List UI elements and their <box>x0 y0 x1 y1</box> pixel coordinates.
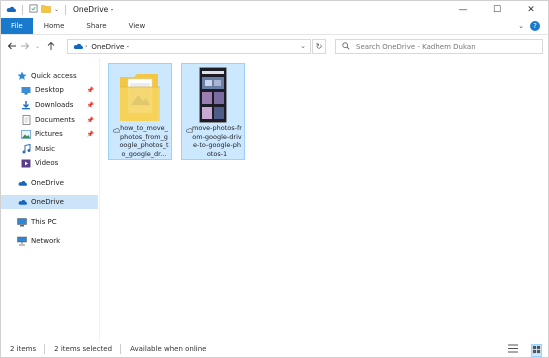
explorer-window: ⌄ OneDrive - — ☐ ✕ File Home Share View … <box>0 0 549 358</box>
new-folder-icon[interactable] <box>41 4 51 15</box>
toolbar-divider <box>65 4 67 15</box>
maximize-button[interactable]: ☐ <box>480 1 514 18</box>
tab-view[interactable]: View <box>118 18 157 34</box>
forward-button[interactable] <box>18 38 31 54</box>
nav-item-pictures[interactable]: Pictures 📌 <box>1 127 98 141</box>
window-title: OneDrive - <box>73 5 114 14</box>
tab-home[interactable]: Home <box>33 18 76 34</box>
folder-thumbnail-icon <box>118 67 162 125</box>
downloads-icon <box>21 100 31 110</box>
address-bar[interactable]: › OneDrive - ⌄ <box>67 39 311 54</box>
nav-item-onedrive-personal[interactable]: OneDrive <box>1 176 98 190</box>
refresh-button[interactable]: ↻ <box>312 39 326 54</box>
ribbon-tabs: File Home Share View ⌄ ? <box>1 18 548 35</box>
documents-icon <box>21 115 31 125</box>
recent-locations-chevron-icon[interactable]: ⌄ <box>31 38 44 54</box>
details-view-icon[interactable] <box>508 344 518 357</box>
nav-item-label: Network <box>31 237 61 245</box>
nav-item-label: OneDrive <box>31 198 64 206</box>
nav-item-label: Pictures <box>35 130 63 138</box>
expand-ribbon-chevron-icon[interactable]: ⌄ <box>518 22 524 30</box>
window-controls: — ☐ ✕ <box>446 1 548 18</box>
nav-item-desktop[interactable]: Desktop 📌 <box>1 83 98 97</box>
nav-item-label: Documents <box>35 116 75 124</box>
breadcrumb-onedrive[interactable]: OneDrive - <box>91 43 129 51</box>
help-icon[interactable]: ? <box>530 21 540 31</box>
close-button[interactable]: ✕ <box>514 1 548 18</box>
nav-item-label: Videos <box>35 159 59 167</box>
image-thumbnail-icon <box>199 67 227 125</box>
onedrive-cloud-icon <box>5 5 16 15</box>
breadcrumb-separator-icon[interactable]: › <box>85 43 87 50</box>
pin-icon[interactable]: 📌 <box>87 87 94 94</box>
nav-item-label: OneDrive <box>31 179 64 187</box>
nav-item-videos[interactable]: Videos <box>1 156 98 170</box>
nav-item-documents[interactable]: Documents 📌 <box>1 113 98 127</box>
nav-item-label: Music <box>35 145 55 153</box>
title-bar: ⌄ OneDrive - — ☐ ✕ <box>1 1 548 18</box>
search-box[interactable] <box>335 39 543 54</box>
videos-icon <box>21 158 31 168</box>
status-bar: 2 items 2 items selected Available when … <box>1 341 548 357</box>
file-item[interactable]: move-photos-from-google-drive-to-google-… <box>181 63 245 160</box>
nav-item-label: This PC <box>31 218 57 226</box>
status-divider <box>120 344 122 354</box>
network-icon <box>17 236 27 246</box>
customize-toolbar-chevron-icon[interactable]: ⌄ <box>54 6 59 13</box>
pin-icon[interactable]: 📌 <box>87 131 94 138</box>
view-switcher <box>499 344 542 357</box>
computer-icon <box>17 217 27 227</box>
pane-divider[interactable] <box>99 58 100 341</box>
search-input[interactable] <box>356 42 536 51</box>
search-icon <box>342 41 350 52</box>
file-item[interactable]: how_to_move_photos_from_google_photos_to… <box>108 63 172 160</box>
music-icon <box>21 144 31 154</box>
tab-file[interactable]: File <box>1 18 33 34</box>
large-icons-view-icon[interactable] <box>531 344 542 357</box>
nav-item-network[interactable]: Network <box>1 234 98 248</box>
properties-icon[interactable] <box>29 4 38 15</box>
pictures-icon <box>21 129 31 139</box>
selected-count: 2 items selected <box>54 345 113 353</box>
up-button[interactable] <box>44 38 57 54</box>
nav-item-label: Quick access <box>31 72 77 80</box>
file-name: how_to_move_photos_from_google_photos_to… <box>119 124 169 158</box>
file-list: how_to_move_photos_from_google_photos_to… <box>101 58 546 341</box>
nav-item-label: Desktop <box>35 86 64 94</box>
address-dropdown-chevron-icon[interactable]: ⌄ <box>300 42 306 50</box>
cloud-icon <box>17 178 27 188</box>
nav-item-quick-access[interactable]: Quick access <box>1 69 98 83</box>
navigation-pane: Quick access Desktop 📌 Downloads 📌 Docum… <box>1 58 99 341</box>
nav-item-music[interactable]: Music <box>1 142 98 156</box>
availability-status: Available when online <box>130 345 207 353</box>
tab-share[interactable]: Share <box>75 18 117 34</box>
item-count: 2 items <box>10 345 37 353</box>
minimize-button[interactable]: — <box>446 1 480 18</box>
nav-item-onedrive-business[interactable]: OneDrive <box>1 195 98 209</box>
status-divider <box>44 344 46 354</box>
pin-icon[interactable]: 📌 <box>87 102 94 109</box>
star-icon <box>17 71 27 81</box>
ribbon-right-controls: ⌄ ? <box>518 18 548 34</box>
onedrive-location-icon <box>72 42 83 52</box>
nav-item-downloads[interactable]: Downloads 📌 <box>1 98 98 112</box>
pin-icon[interactable]: 📌 <box>87 117 94 124</box>
quick-access-toolbar: ⌄ <box>1 4 69 15</box>
desktop-icon <box>21 85 31 95</box>
nav-item-label: Downloads <box>35 101 74 109</box>
file-name: move-photos-from-google-drive-to-google-… <box>192 124 242 158</box>
toolbar-divider <box>22 4 23 15</box>
cloud-icon <box>17 197 27 207</box>
back-button[interactable] <box>5 38 18 54</box>
nav-item-this-pc[interactable]: This PC <box>1 215 98 229</box>
